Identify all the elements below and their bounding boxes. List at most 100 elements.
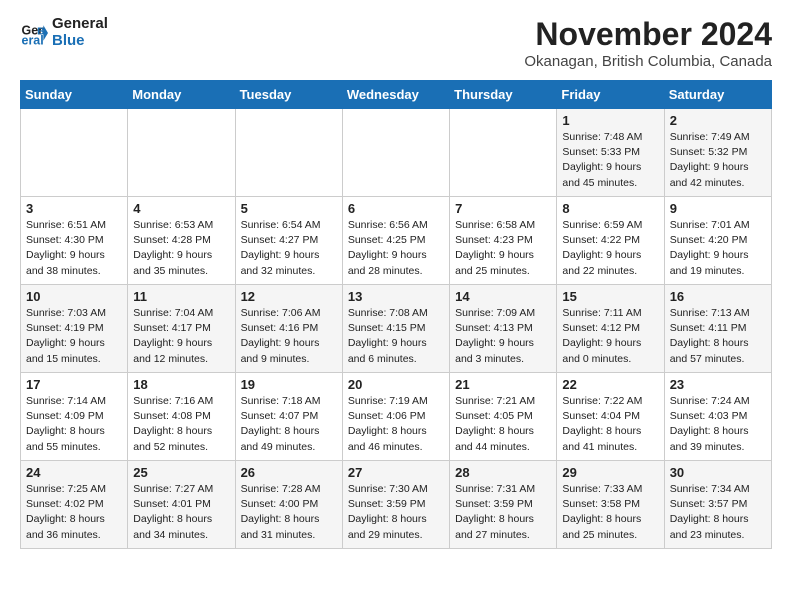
cell-content: Sunrise: 7:31 AMSunset: 3:59 PMDaylight:… <box>455 482 551 543</box>
location: Okanagan, British Columbia, Canada <box>524 53 772 70</box>
day-number: 30 <box>670 465 766 480</box>
day-number: 25 <box>133 465 229 480</box>
calendar-cell: 24 Sunrise: 7:25 AM Sunset: 4:02 PM Dayligh… <box>21 461 128 549</box>
calendar-cell: 5Sunrise: 6:54 AMSunset: 4:27 PMDaylight… <box>235 197 342 285</box>
calendar-cell <box>128 109 235 197</box>
day-number: 16 <box>670 289 766 304</box>
calendar-cell: 25Sunrise: 7:27 AMSunset: 4:01 PMDayligh… <box>128 461 235 549</box>
daylight-text: Daylight: 9 hours and 3 minutes. <box>455 337 534 364</box>
sunset-text: Sunset: 4:01 PM <box>133 498 211 510</box>
cell-content: Sunrise: 7:06 AMSunset: 4:16 PMDaylight:… <box>241 306 337 367</box>
sunset-text: Sunset: 3:59 PM <box>348 498 426 510</box>
daylight-text: Daylight: 8 hours and 57 minutes. <box>670 337 749 364</box>
calendar-week-row: 3 Sunrise: 6:51 AM Sunset: 4:30 PM Daylight… <box>21 197 772 285</box>
daylight-text: Daylight: 8 hours and 46 minutes. <box>348 425 427 452</box>
sunset-text: Sunset: 4:15 PM <box>348 322 426 334</box>
sunrise-text: Sunrise: 6:59 AM <box>562 219 642 231</box>
calendar-cell <box>342 109 449 197</box>
calendar-cell <box>450 109 557 197</box>
calendar-cell: 11 Sunrise: 7:04 AM Sunset: 4:17 PM Dayligh… <box>128 285 235 373</box>
sunset-text: Sunset: 3:58 PM <box>562 498 640 510</box>
daylight-text: Daylight: 8 hours and 31 minutes. <box>241 513 320 540</box>
sunrise-text: Sunrise: 7:14 AM <box>26 395 106 407</box>
cell-content: Sunrise: 7:25 AM Sunset: 4:02 PM Daylight:… <box>26 482 122 543</box>
sunrise-text: Sunrise: 7:33 AM <box>562 483 642 495</box>
calendar-cell: 23Sunrise: 7:24 AMSunset: 4:03 PMDayligh… <box>664 373 771 461</box>
day-number: 24 <box>26 465 122 480</box>
weekday-header-tuesday: Tuesday <box>235 81 342 109</box>
day-number: 8 <box>562 201 658 216</box>
day-number: 22 <box>562 377 658 392</box>
sunrise-text: Sunrise: 7:49 AM <box>670 131 750 143</box>
day-number: 18 <box>133 377 229 392</box>
daylight-text: Daylight: 8 hours and 36 minutes. <box>26 513 105 540</box>
sunset-text: Sunset: 4:27 PM <box>241 234 319 246</box>
day-number: 3 <box>26 201 122 216</box>
sunset-text: Sunset: 4:17 PM <box>133 322 211 334</box>
day-number: 26 <box>241 465 337 480</box>
logo-line1: General <box>52 16 108 33</box>
sunrise-text: Sunrise: 6:56 AM <box>348 219 428 231</box>
calendar-week-row: 17Sunrise: 7:14 AMSunset: 4:09 PMDayligh… <box>21 373 772 461</box>
daylight-text: Daylight: 9 hours and 38 minutes. <box>26 249 105 276</box>
calendar-cell: 8Sunrise: 6:59 AMSunset: 4:22 PMDaylight… <box>557 197 664 285</box>
sunset-text: Sunset: 4:30 PM <box>26 234 104 246</box>
calendar-cell: 26Sunrise: 7:28 AMSunset: 4:00 PMDayligh… <box>235 461 342 549</box>
sunrise-text: Sunrise: 6:51 AM <box>26 219 106 231</box>
calendar-cell: 3 Sunrise: 6:51 AM Sunset: 4:30 PM Daylight… <box>21 197 128 285</box>
sunrise-text: Sunrise: 7:34 AM <box>670 483 750 495</box>
sunrise-text: Sunrise: 7:31 AM <box>455 483 535 495</box>
day-number: 12 <box>241 289 337 304</box>
page-header: Gen eral B General Blue November 2024 Ok… <box>20 16 772 70</box>
daylight-text: Daylight: 9 hours and 15 minutes. <box>26 337 105 364</box>
day-number: 11 <box>133 289 229 304</box>
sunrise-text: Sunrise: 7:04 AM <box>133 307 213 319</box>
logo: Gen eral B General Blue <box>20 16 108 49</box>
day-number: 10 <box>26 289 122 304</box>
day-number: 27 <box>348 465 444 480</box>
daylight-text: Daylight: 8 hours and 29 minutes. <box>348 513 427 540</box>
sunset-text: Sunset: 4:25 PM <box>348 234 426 246</box>
cell-content: Sunrise: 7:24 AMSunset: 4:03 PMDaylight:… <box>670 394 766 455</box>
sunset-text: Sunset: 4:13 PM <box>455 322 533 334</box>
calendar-cell <box>235 109 342 197</box>
cell-content: Sunrise: 7:11 AMSunset: 4:12 PMDaylight:… <box>562 306 658 367</box>
calendar-cell: 12 Sunrise: 7:06 AMSunset: 4:16 PMDayligh… <box>235 285 342 373</box>
sunrise-text: Sunrise: 7:03 AM <box>26 307 106 319</box>
daylight-text: Daylight: 8 hours and 41 minutes. <box>562 425 641 452</box>
calendar-cell: 27Sunrise: 7:30 AMSunset: 3:59 PMDayligh… <box>342 461 449 549</box>
sunrise-text: Sunrise: 7:22 AM <box>562 395 642 407</box>
sunrise-text: Sunrise: 7:25 AM <box>26 483 106 495</box>
calendar-cell: 2Sunrise: 7:49 AMSunset: 5:32 PMDaylight… <box>664 109 771 197</box>
weekday-header-monday: Monday <box>128 81 235 109</box>
daylight-text: Daylight: 9 hours and 35 minutes. <box>133 249 212 276</box>
calendar-cell: 16 Sunrise: 7:13 AMSunset: 4:11 PMDayligh… <box>664 285 771 373</box>
daylight-text: Daylight: 8 hours and 25 minutes. <box>562 513 641 540</box>
sunrise-text: Sunrise: 6:58 AM <box>455 219 535 231</box>
sunrise-text: Sunrise: 7:13 AM <box>670 307 750 319</box>
calendar-week-row: 10Sunrise: 7:03 AMSunset: 4:19 PMDayligh… <box>21 285 772 373</box>
sunset-text: Sunset: 4:08 PM <box>133 410 211 422</box>
cell-content: Sunrise: 6:58 AMSunset: 4:23 PMDaylight:… <box>455 218 551 279</box>
cell-content: Sunrise: 6:51 AM Sunset: 4:30 PM Daylight:… <box>26 218 122 279</box>
month-title: November 2024 <box>524 16 772 53</box>
calendar-cell: 15Sunrise: 7:11 AMSunset: 4:12 PMDayligh… <box>557 285 664 373</box>
sunrise-text: Sunrise: 6:53 AM <box>133 219 213 231</box>
day-number: 6 <box>348 201 444 216</box>
daylight-text: Daylight: 9 hours and 25 minutes. <box>455 249 534 276</box>
day-number: 9 <box>670 201 766 216</box>
daylight-text: Daylight: 9 hours and 12 minutes. <box>133 337 212 364</box>
sunrise-text: Sunrise: 7:06 AM <box>241 307 321 319</box>
daylight-text: Daylight: 9 hours and 0 minutes. <box>562 337 641 364</box>
cell-content: Sunrise: 7:14 AMSunset: 4:09 PMDaylight:… <box>26 394 122 455</box>
daylight-text: Daylight: 9 hours and 6 minutes. <box>348 337 427 364</box>
cell-content: Sunrise: 7:13 AMSunset: 4:11 PMDaylight:… <box>670 306 766 367</box>
cell-content: Sunrise: 7:48 AMSunset: 5:33 PMDaylight:… <box>562 130 658 191</box>
weekday-header-saturday: Saturday <box>664 81 771 109</box>
calendar-week-row: 24 Sunrise: 7:25 AM Sunset: 4:02 PM Dayligh… <box>21 461 772 549</box>
sunset-text: Sunset: 4:02 PM <box>26 498 104 510</box>
sunrise-text: Sunrise: 6:54 AM <box>241 219 321 231</box>
sunset-text: Sunset: 4:28 PM <box>133 234 211 246</box>
daylight-text: Daylight: 8 hours and 55 minutes. <box>26 425 105 452</box>
sunrise-text: Sunrise: 7:19 AM <box>348 395 428 407</box>
